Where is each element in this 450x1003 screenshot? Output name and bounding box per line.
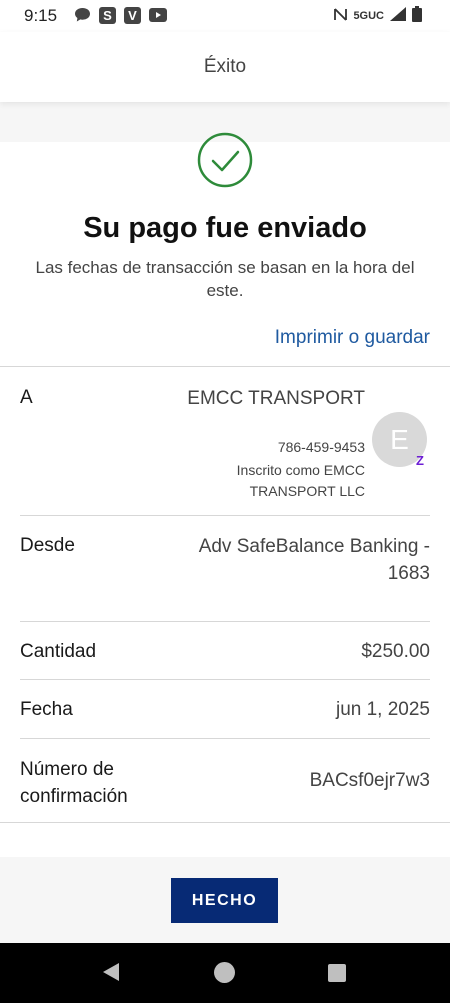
amount-value: $250.00 <box>361 641 430 662</box>
app-bar: Éxito <box>0 32 450 102</box>
recipient-name: EMCC TRANSPORT <box>187 388 365 409</box>
avatar-initial: E <box>390 423 409 455</box>
divider <box>0 366 450 367</box>
network-label: 5GUC <box>353 9 384 22</box>
confirmation-label: Número de confirmación <box>20 759 128 807</box>
signal-icon <box>390 7 406 24</box>
youtube-icon <box>149 6 167 24</box>
status-right: 5GUC <box>334 6 422 25</box>
success-headline: Su pago fue enviado <box>83 212 367 244</box>
status-bar: 9:15 S V 5GUC <box>0 0 450 32</box>
date-label: Fecha <box>20 699 73 720</box>
chat-bubble-icon <box>73 6 91 24</box>
divider <box>0 822 450 823</box>
battery-icon <box>412 6 422 25</box>
done-button[interactable]: HECHO <box>171 878 278 923</box>
v-app-icon: V <box>124 6 141 24</box>
confirmation-number: BACsf0ejr7w3 <box>309 770 430 791</box>
divider <box>20 621 430 622</box>
divider <box>20 738 430 739</box>
page-title: Éxito <box>203 56 247 77</box>
status-time: 9:15 <box>24 6 58 25</box>
nfc-icon <box>334 7 348 25</box>
divider <box>20 515 430 516</box>
from-account: Adv SafeBalance Banking - 1683 <box>198 536 430 584</box>
timezone-note: Las fechas de transacción se basan en la… <box>35 258 415 300</box>
to-label: A <box>20 387 33 408</box>
success-check-icon <box>197 132 253 188</box>
divider <box>20 679 430 680</box>
back-icon[interactable] <box>103 963 119 981</box>
zelle-badge-icon: Z <box>416 452 424 468</box>
amount-label: Cantidad <box>20 641 97 662</box>
print-save-link[interactable]: Imprimir o guardar <box>275 327 430 349</box>
recents-icon[interactable] <box>328 964 346 982</box>
home-icon[interactable] <box>214 962 235 983</box>
from-label: Desde <box>20 535 75 556</box>
recipient-enrolled-name: Inscrito como EMCC TRANSPORT LLC <box>236 462 365 499</box>
notification-icons: S V <box>73 6 167 24</box>
date-value: jun 1, 2025 <box>335 699 430 720</box>
s-app-icon: S <box>99 6 116 24</box>
recipient-phone: 786-459-9453 <box>277 439 365 455</box>
